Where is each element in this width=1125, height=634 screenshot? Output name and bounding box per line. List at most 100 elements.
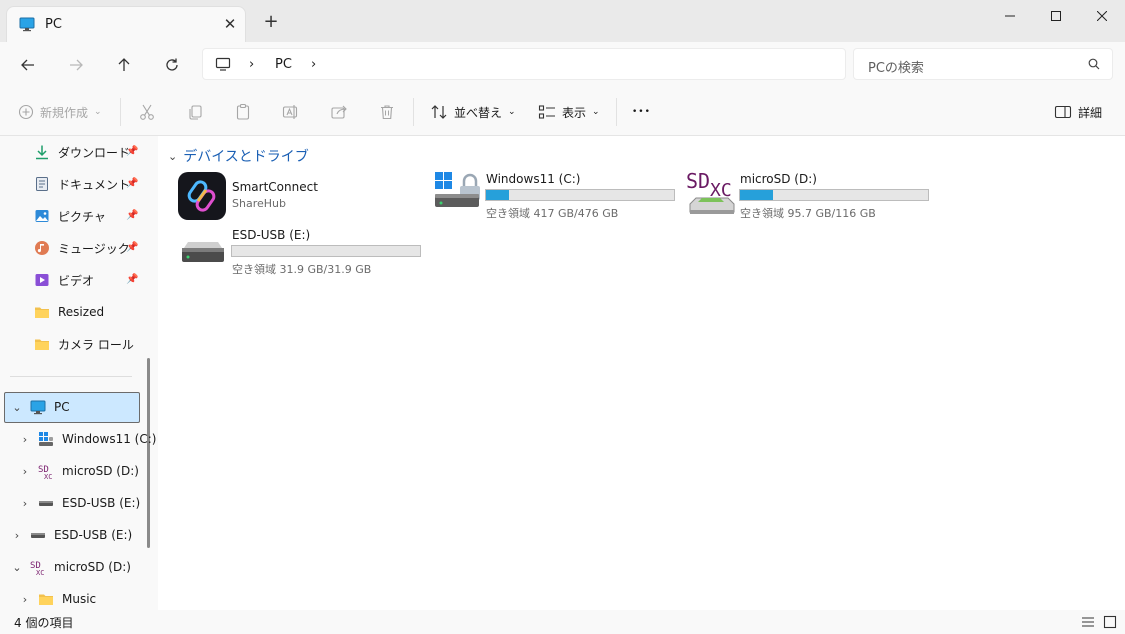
search-input[interactable]: PCの検索 (853, 48, 1113, 80)
sidebar-scrollbar[interactable] (147, 358, 150, 548)
rename-button[interactable] (282, 100, 300, 124)
item-subtitle: 空き領域 31.9 GB/31.9 GB (232, 263, 372, 276)
monitor-icon (19, 16, 35, 35)
view-label: 表示 (562, 105, 587, 120)
status-bar: 4 個の項目 (0, 610, 1125, 634)
chevron-right-icon[interactable]: › (20, 593, 30, 606)
sidebar-item-microsd-d[interactable]: › SD XC microSD (D:) (20, 459, 139, 483)
chevron-down-icon[interactable]: ⌄ (12, 561, 22, 574)
sidebar-item-esd-usb-e-root[interactable]: › ESD-USB (E:) (12, 523, 132, 547)
download-icon (36, 145, 48, 160)
item-microsd-d[interactable]: SD XC microSD (D:) 空き領域 95.7 GB/116 GB (686, 169, 936, 222)
address-bar: › PC › PCの検索 (0, 42, 1125, 88)
chevron-down-icon[interactable]: ⌄ (12, 401, 22, 414)
sidebar-item-videos[interactable]: ビデオ (34, 268, 94, 292)
capacity-bar (231, 245, 421, 257)
maximize-button[interactable] (1033, 0, 1079, 32)
chevron-right-icon[interactable]: › (311, 57, 316, 72)
content-pane: ⌄ デバイスとドライブ SmartConnect ShareHub Window… (158, 136, 1125, 610)
forward-button[interactable] (62, 52, 90, 78)
new-button[interactable]: 新規作成 ⌄ (18, 100, 102, 124)
item-name: ESD-USB (E:) (232, 228, 311, 242)
item-smartconnect[interactable]: SmartConnect ShareHub (178, 172, 418, 220)
pictures-icon (35, 210, 49, 222)
sidebar-item-pc[interactable]: ⌄ PC (12, 395, 70, 419)
sidebar-item-camera-roll[interactable]: カメラ ロール (34, 332, 134, 356)
minimize-icon (1005, 15, 1015, 17)
chevron-right-icon[interactable]: › (20, 497, 30, 510)
back-button[interactable] (14, 52, 42, 78)
sidebar-item-label: Music (62, 592, 97, 606)
chevron-right-icon[interactable]: › (20, 465, 30, 478)
sidebar-item-esd-usb-e[interactable]: › ESD-USB (E:) (20, 491, 140, 515)
monitor-icon (215, 56, 231, 76)
chevron-down-icon: ⌄ (168, 149, 178, 163)
share-button[interactable] (330, 100, 348, 124)
monitor-icon (30, 400, 46, 415)
copy-button[interactable] (186, 100, 204, 124)
breadcrumb[interactable]: › PC › (202, 48, 846, 80)
item-windows11-c[interactable]: Windows11 (C:) 空き領域 417 GB/476 GB (434, 172, 675, 220)
sdxc-icon: SDXC (38, 465, 52, 479)
close-window-button[interactable] (1079, 0, 1125, 32)
up-button[interactable] (110, 52, 138, 78)
pin-icon[interactable]: 📌 (126, 146, 138, 157)
sidebar-item-resized[interactable]: Resized (34, 300, 104, 324)
divider (10, 376, 132, 377)
minimize-button[interactable] (987, 0, 1033, 32)
details-pane-icon (1054, 105, 1072, 119)
chevron-down-icon: ⌄ (508, 107, 516, 117)
pin-icon[interactable]: 📌 (126, 178, 138, 189)
sidebar-item-label: Resized (58, 305, 105, 319)
details-pane-button[interactable]: 詳細 (1054, 100, 1102, 124)
arrow-left-icon (21, 59, 34, 71)
item-esd-usb-e[interactable]: ESD-USB (E:) 空き領域 31.9 GB/31.9 GB (180, 228, 430, 276)
refresh-icon (166, 58, 178, 71)
more-options-button[interactable]: ••• (632, 100, 651, 124)
breadcrumb-pc[interactable]: PC (275, 57, 292, 72)
delete-button[interactable] (378, 100, 396, 124)
pin-icon[interactable]: 📌 (126, 242, 138, 253)
sidebar-item-microsd-d-root[interactable]: ⌄ SD XC microSD (D:) (12, 555, 131, 579)
sidebar-item-pictures[interactable]: ピクチャ (34, 204, 106, 228)
chevron-right-icon[interactable]: › (249, 57, 254, 72)
pin-icon[interactable]: 📌 (126, 210, 138, 221)
usb-drive-icon (39, 501, 53, 506)
divider (120, 98, 121, 126)
sort-button[interactable]: 並べ替え ⌄ (430, 100, 516, 124)
document-icon (36, 177, 48, 191)
trash-icon (381, 105, 393, 120)
sidebar-item-windows11-c[interactable]: › Windows11 (C:) (20, 427, 156, 451)
svg-text:SD: SD (686, 172, 710, 193)
paste-button[interactable] (234, 100, 252, 124)
tab-pc[interactable]: PC ✕ (6, 6, 246, 42)
chevron-right-icon[interactable]: › (12, 529, 22, 542)
sidebar-item-documents[interactable]: ドキュメント (34, 172, 130, 196)
cut-button[interactable] (138, 100, 156, 124)
svg-text:XC: XC (36, 569, 44, 575)
tiles-view-button[interactable] (1102, 614, 1118, 630)
sidebar-item-label: カメラ ロール (58, 337, 134, 352)
new-tab-button[interactable]: + (262, 13, 280, 31)
video-icon (35, 274, 49, 286)
search-placeholder: PCの検索 (868, 61, 924, 76)
sidebar-item-downloads[interactable]: ダウンロード (34, 140, 130, 164)
sort-icon (431, 105, 447, 119)
sidebar-item-music[interactable]: ミュージック (34, 236, 130, 260)
refresh-button[interactable] (158, 52, 186, 78)
chevron-right-icon[interactable]: › (20, 433, 30, 446)
capacity-bar (739, 189, 929, 201)
item-subtitle: ShareHub (232, 197, 286, 210)
scissors-icon (140, 104, 154, 120)
item-name: microSD (D:) (740, 172, 817, 186)
sidebar-item-label: ミュージック (58, 241, 130, 256)
view-button[interactable]: 表示 ⌄ (538, 100, 600, 124)
details-view-button[interactable] (1080, 614, 1096, 630)
close-tab-icon[interactable]: ✕ (221, 15, 239, 33)
sidebar-item-label: ESD-USB (E:) (54, 528, 133, 542)
group-header-devices[interactable]: ⌄ デバイスとドライブ (168, 146, 309, 166)
capacity-fill (486, 190, 510, 200)
arrow-right-icon (70, 59, 83, 71)
pin-icon[interactable]: 📌 (126, 274, 138, 285)
sidebar-item-music-folder[interactable]: › Music (20, 587, 96, 610)
